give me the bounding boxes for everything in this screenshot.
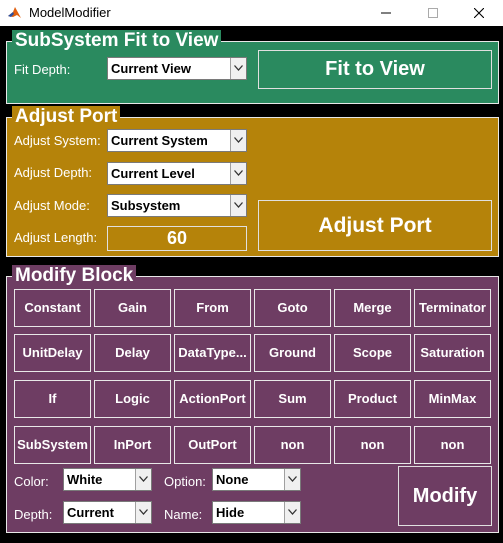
block-button[interactable]: Scope — [334, 334, 411, 372]
chevron-down-icon — [135, 502, 151, 523]
block-button[interactable]: Product — [334, 380, 411, 418]
fit-to-view-button[interactable]: Fit to View — [258, 50, 492, 89]
chevron-down-icon — [135, 469, 151, 490]
depth-dropdown[interactable]: Current — [63, 501, 152, 524]
chevron-down-icon — [230, 163, 246, 184]
block-button[interactable]: MinMax — [414, 380, 491, 418]
block-button[interactable]: Delay — [94, 334, 171, 372]
block-button[interactable]: non — [254, 426, 331, 464]
block-button[interactable]: SubSystem — [14, 426, 91, 464]
maximize-icon — [428, 8, 438, 18]
adjust-mode-dropdown[interactable]: Subsystem — [107, 194, 247, 217]
color-label: Color: — [14, 474, 49, 489]
modify-button[interactable]: Modify — [398, 466, 492, 526]
chevron-down-icon — [230, 130, 246, 151]
block-button[interactable]: If — [14, 380, 91, 418]
chevron-down-icon — [230, 58, 246, 79]
block-button[interactable]: Goto — [254, 289, 331, 327]
name-dropdown[interactable]: Hide — [212, 501, 301, 524]
block-button[interactable]: DataType... — [174, 334, 251, 372]
chevron-down-icon — [284, 502, 300, 523]
block-button[interactable]: Terminator — [414, 289, 491, 327]
chevron-down-icon — [230, 195, 246, 216]
chevron-down-icon — [284, 469, 300, 490]
block-button[interactable]: Logic — [94, 380, 171, 418]
option-dropdown[interactable]: None — [212, 468, 301, 491]
block-button[interactable]: Sum — [254, 380, 331, 418]
depth-label: Depth: — [14, 507, 53, 522]
color-value: White — [67, 472, 103, 487]
adjust-depth-label: Adjust Depth: — [14, 165, 93, 180]
adjust-system-value: Current System — [111, 133, 208, 148]
window-title: ModelModifier — [29, 5, 111, 20]
block-button[interactable]: Constant — [14, 289, 91, 327]
adjust-panel-title: Adjust Port — [12, 106, 121, 127]
option-value: None — [216, 472, 249, 487]
block-button[interactable]: OutPort — [174, 426, 251, 464]
minimize-icon — [381, 12, 391, 14]
color-dropdown[interactable]: White — [63, 468, 152, 491]
block-button[interactable]: Ground — [254, 334, 331, 372]
block-button[interactable]: non — [414, 426, 491, 464]
adjust-length-input[interactable]: 60 — [107, 226, 247, 251]
maximize-button[interactable] — [413, 0, 453, 26]
depth-value: Current — [67, 505, 114, 520]
adjust-port-button[interactable]: Adjust Port — [258, 200, 492, 251]
block-button[interactable]: ActionPort — [174, 380, 251, 418]
adjust-depth-dropdown[interactable]: Current Level — [107, 162, 247, 185]
block-button[interactable]: UnitDelay — [14, 334, 91, 372]
adjust-length-label: Adjust Length: — [14, 230, 98, 245]
adjust-system-dropdown[interactable]: Current System — [107, 129, 247, 152]
matlab-app-icon — [7, 5, 22, 20]
block-button[interactable]: Saturation — [414, 334, 491, 372]
name-value: Hide — [216, 505, 245, 520]
block-button[interactable]: InPort — [94, 426, 171, 464]
adjust-depth-value: Current Level — [111, 166, 195, 181]
block-button[interactable]: Gain — [94, 289, 171, 327]
block-button[interactable]: From — [174, 289, 251, 327]
minimize-button[interactable] — [366, 0, 406, 26]
name-label: Name: — [164, 507, 203, 522]
modify-panel-title: Modify Block — [12, 265, 137, 286]
adjust-mode-value: Subsystem — [111, 198, 181, 213]
close-button[interactable] — [459, 0, 499, 26]
fit-depth-value: Current View — [111, 61, 191, 76]
fit-depth-dropdown[interactable]: Current View — [107, 57, 247, 80]
title-bar: ModelModifier — [0, 0, 503, 26]
adjust-mode-label: Adjust Mode: — [14, 198, 90, 213]
option-label: Option: — [164, 474, 206, 489]
close-icon — [473, 7, 485, 19]
block-button[interactable]: Merge — [334, 289, 411, 327]
adjust-system-label: Adjust System: — [14, 133, 101, 148]
subsystem-panel-title: SubSystem Fit to View — [12, 30, 222, 51]
fit-depth-label: Fit Depth: — [14, 62, 71, 77]
block-button[interactable]: non — [334, 426, 411, 464]
